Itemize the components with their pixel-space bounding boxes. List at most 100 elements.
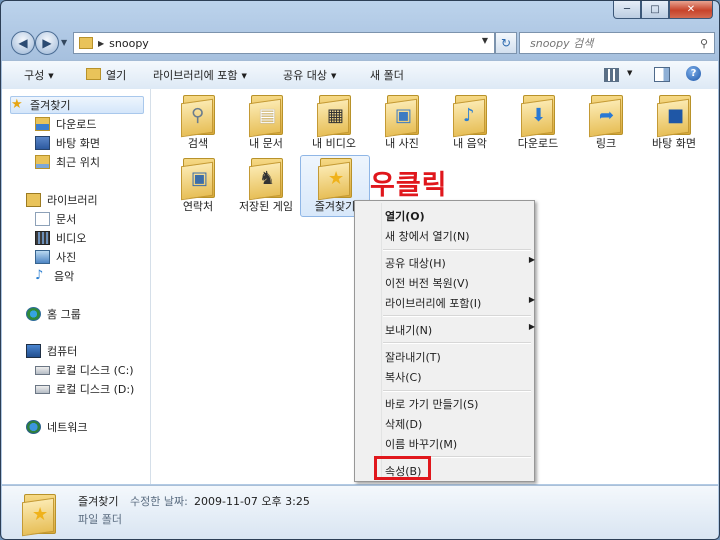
menu-item-label: 보내기(N) xyxy=(385,324,433,337)
nav-item-label: 네트워크 xyxy=(47,421,88,434)
minimize-button[interactable]: ─ xyxy=(613,1,641,19)
command-bar: 구성 ▼ 열기 라이브러리에 포함 ▼ 공유 대상 ▼ 새 폴더 ▼ ? xyxy=(2,60,718,90)
folder-label: 내 음악 xyxy=(453,137,487,150)
menu-item-rename[interactable]: 이름 바꾸기(M) xyxy=(385,436,457,452)
search-input[interactable] xyxy=(520,35,700,51)
help-icon[interactable]: ? xyxy=(686,66,701,81)
recent-pages-dropdown-icon[interactable]: ▼ xyxy=(61,38,67,47)
folder-item[interactable]: ▦ 내 비디오 xyxy=(300,93,368,150)
nav-item-label: 최근 위치 xyxy=(56,156,100,169)
close-button[interactable]: ✕ xyxy=(669,1,713,19)
menu-item-include-library[interactable]: 라이브러리에 포함(I) ▶ xyxy=(385,295,535,311)
pictures-icon xyxy=(35,250,50,264)
organize-label: 구성 xyxy=(24,69,45,82)
folder-item[interactable]: ▣ 내 사진 xyxy=(368,93,436,150)
folder-item[interactable]: ♪ 내 음악 xyxy=(436,93,504,150)
nav-item-videos[interactable]: 비디오 xyxy=(35,230,86,246)
nav-item-pictures[interactable]: 사진 xyxy=(35,249,76,265)
menu-item-share-with[interactable]: 공유 대상(H) ▶ xyxy=(385,255,535,271)
folder-item[interactable]: ■ 바탕 화면 xyxy=(640,93,708,150)
folder-item[interactable]: ➦ 링크 xyxy=(572,93,640,150)
menu-item-open[interactable]: 열기(O) xyxy=(385,208,425,224)
nav-item-label: 라이브러리 xyxy=(47,194,98,207)
nav-item-computer[interactable]: 컴퓨터 xyxy=(26,343,77,359)
downloads-icon xyxy=(35,117,50,131)
new-folder-button[interactable]: 새 폴더 xyxy=(370,67,404,83)
folder-item[interactable]: ▤ 내 문서 xyxy=(232,93,300,150)
nav-item-libraries[interactable]: 라이브러리 xyxy=(26,192,98,208)
homegroup-icon xyxy=(26,307,41,321)
folder-label: 내 문서 xyxy=(249,137,283,150)
refresh-icon: ↻ xyxy=(500,36,512,50)
computer-icon xyxy=(26,344,41,358)
nav-item-homegroup[interactable]: 홈 그룹 xyxy=(26,306,81,322)
breadcrumb-separator-icon[interactable]: ▶ xyxy=(98,39,104,48)
maximize-icon: □ xyxy=(650,4,660,15)
address-dropdown-icon[interactable]: ▼ xyxy=(482,36,488,45)
open-button[interactable]: 열기 xyxy=(86,67,126,83)
videos-icon xyxy=(35,231,50,245)
folder-item[interactable]: ⚲ 검색 xyxy=(164,93,232,150)
menu-separator xyxy=(383,342,531,344)
view-dropdown-icon[interactable]: ▼ xyxy=(627,69,632,77)
navigation-pane: ★ 즐겨찾기 다운로드 바탕 화면 최근 위치 라이브러리 문서 비디오 사진 ♪… xyxy=(2,89,151,484)
back-arrow-icon: ◀ xyxy=(18,36,28,50)
dropdown-arrow-icon: ▼ xyxy=(48,72,54,80)
menu-item-open-new-window[interactable]: 새 창에서 열기(N) xyxy=(385,228,470,244)
search-icon[interactable]: ⚲ xyxy=(700,37,708,50)
nav-item-label: 컴퓨터 xyxy=(47,345,78,358)
selected-folder-icon: ★ xyxy=(22,492,56,537)
nav-item-desktop[interactable]: 바탕 화면 xyxy=(35,135,100,151)
nav-item-drive-c[interactable]: 로컬 디스크 (C:) xyxy=(35,362,134,378)
search-folder-icon: ⚲ xyxy=(181,93,215,138)
address-folder-icon xyxy=(79,37,93,49)
folder-label: 내 사진 xyxy=(385,137,419,150)
menu-item-copy[interactable]: 복사(C) xyxy=(385,369,422,385)
folder-label: 링크 xyxy=(595,137,617,150)
folder-item[interactable]: ♞ 저장된 게임 xyxy=(232,156,300,213)
nav-item-downloads[interactable]: 다운로드 xyxy=(35,116,96,132)
share-menu[interactable]: 공유 대상 ▼ xyxy=(283,67,336,83)
nav-item-recent[interactable]: 최근 위치 xyxy=(35,154,100,170)
nav-item-label: 음악 xyxy=(54,270,75,283)
hard-drive-icon xyxy=(35,365,50,375)
refresh-button[interactable]: ↻ xyxy=(495,32,517,54)
include-library-menu[interactable]: 라이브러리에 포함 ▼ xyxy=(153,67,247,83)
maximize-button[interactable]: □ xyxy=(641,1,669,19)
menu-item-cut[interactable]: 잘라내기(T) xyxy=(385,349,441,365)
menu-item-restore-previous[interactable]: 이전 버전 복원(V) xyxy=(385,275,469,291)
forward-arrow-icon: ▶ xyxy=(42,36,52,50)
menu-item-create-shortcut[interactable]: 바로 가기 만들기(S) xyxy=(385,396,478,412)
forward-button[interactable]: ▶ xyxy=(35,31,59,55)
menu-item-send-to[interactable]: 보내기(N) ▶ xyxy=(385,322,535,338)
menu-separator xyxy=(383,390,531,392)
back-button[interactable]: ◀ xyxy=(11,31,35,55)
folder-item[interactable]: ⬇ 다운로드 xyxy=(504,93,572,150)
folder-label: 내 비디오 xyxy=(312,137,356,150)
folder-label: 바탕 화면 xyxy=(652,137,696,150)
nav-item-network[interactable]: 네트워크 xyxy=(26,419,87,435)
search-box[interactable]: ⚲ xyxy=(519,32,715,54)
nav-item-documents[interactable]: 문서 xyxy=(35,211,76,227)
nav-item-label: 홈 그룹 xyxy=(47,308,81,321)
folder-label: 연락처 xyxy=(182,200,214,213)
address-bar[interactable]: ▶ snoopy ▼ xyxy=(73,32,495,54)
nav-item-drive-d[interactable]: 로컬 디스크 (D:) xyxy=(35,381,134,397)
close-icon: ✕ xyxy=(686,4,696,15)
nav-item-label: 로컬 디스크 (C:) xyxy=(56,364,134,377)
desktop-folder-icon: ■ xyxy=(657,93,691,138)
submenu-arrow-icon: ▶ xyxy=(528,295,535,304)
nav-item-music[interactable]: ♪ 음악 xyxy=(35,268,74,284)
dropdown-arrow-icon: ▼ xyxy=(241,72,247,80)
explorer-window: ─ □ ✕ ◀ ▶ ▼ ▶ snoopy ▼ ↻ ⚲ 구성▼ 열기 라이브러리에… xyxy=(0,0,720,540)
organize-menu[interactable]: 구성 ▼ xyxy=(24,67,54,83)
change-view-icon[interactable] xyxy=(604,68,619,82)
breadcrumb-item[interactable]: snoopy xyxy=(109,37,149,50)
nav-item-favorites[interactable]: ★ 즐겨찾기 xyxy=(10,96,144,114)
menu-item-delete[interactable]: 삭제(D) xyxy=(385,416,422,432)
preview-pane-icon[interactable] xyxy=(654,67,670,82)
music-folder-icon: ♪ xyxy=(453,93,487,138)
folder-item[interactable]: ▣ 연락처 xyxy=(164,156,232,213)
nav-item-label: 즐겨찾기 xyxy=(30,99,71,112)
videos-folder-icon: ▦ xyxy=(317,93,351,138)
